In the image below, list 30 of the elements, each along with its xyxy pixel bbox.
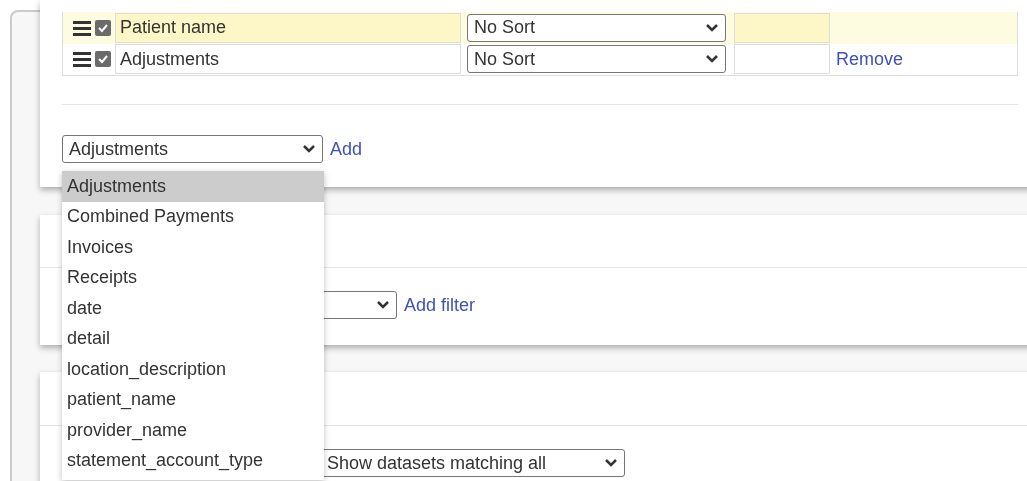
chevron-down-icon (376, 300, 390, 310)
add-link[interactable]: Add (330, 135, 363, 163)
checkbox[interactable] (95, 19, 111, 36)
column-label-field[interactable]: Patient name (115, 12, 461, 43)
drag-handle-icon[interactable] (73, 51, 91, 68)
remove-link[interactable]: Remove (836, 45, 904, 73)
chevron-down-icon (705, 54, 719, 65)
dropdown-option[interactable]: detail (62, 323, 324, 354)
sort-select[interactable]: No Sort (467, 13, 726, 42)
chevron-down-icon (705, 22, 719, 33)
dropdown-option[interactable]: location_description (62, 354, 324, 385)
dropdown-option[interactable]: statement_account_type (62, 445, 324, 476)
dropdown-option[interactable]: provider_name (62, 415, 324, 446)
sort-select[interactable]: No Sort (467, 45, 726, 74)
dropdown-option[interactable]: Invoices (62, 232, 324, 263)
dropdown-option[interactable]: Receipts (62, 262, 324, 293)
column-width-field[interactable] (734, 44, 830, 75)
chevron-down-icon (604, 458, 618, 468)
chevron-down-icon (302, 144, 316, 154)
column-select[interactable]: Adjustments (62, 135, 323, 163)
add-filter-link[interactable]: Add filter (404, 291, 476, 319)
checkbox[interactable] (95, 51, 111, 68)
column-width-field[interactable] (734, 12, 830, 43)
dropdown-option[interactable]: date (62, 293, 324, 324)
dropdown-option[interactable]: Adjustments (62, 171, 324, 202)
dropdown-option[interactable]: Combined Payments (62, 201, 324, 232)
column-label-field[interactable]: Adjustments (115, 44, 461, 75)
drag-handle-icon[interactable] (73, 19, 91, 36)
dropdown-option[interactable]: patient_name (62, 384, 324, 415)
column-row[interactable]: Patient name No Sort (63, 12, 1017, 44)
